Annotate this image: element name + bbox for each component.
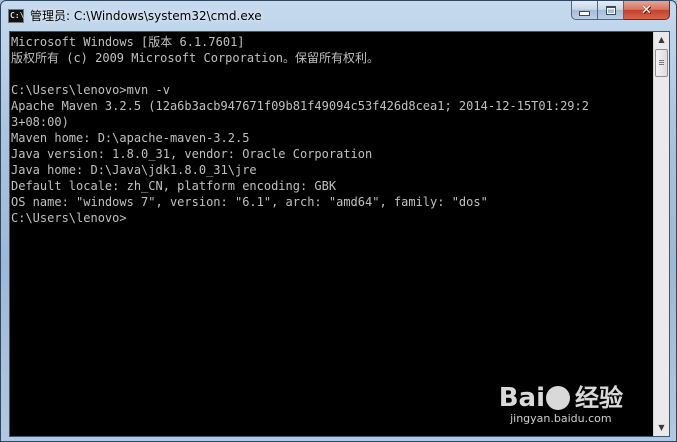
console-line: Maven home: D:\apache-maven-3.2.5 [11, 131, 250, 145]
console-line: 3+08:00) [11, 115, 69, 129]
console-line: C:\Users\lenovo> [11, 211, 127, 225]
console-line: Java home: D:\Java\jdk1.8.0_31\jre [11, 163, 257, 177]
watermark-brand-left: Bai [498, 383, 545, 413]
vertical-scrollbar[interactable]: ▲ ▼ [653, 32, 669, 436]
console-line: Microsoft Windows [版本 6.1.7601] [11, 35, 245, 49]
close-icon: ✕ [641, 2, 652, 18]
baidu-jingyan-watermark: Bai 经验 jingyan.baidu.com [499, 384, 623, 426]
scrollbar-thumb[interactable] [655, 49, 668, 77]
baidu-paw-icon [546, 386, 570, 410]
minimize-button[interactable] [571, 1, 598, 20]
watermark-logo: Bai 经验 [499, 384, 623, 412]
console-client-area: Microsoft Windows [版本 6.1.7601] 版权所有 (c) … [9, 31, 670, 437]
close-button[interactable]: ✕ [624, 1, 670, 20]
console-line: Default locale: zh_CN, platform encoding… [11, 179, 337, 193]
scroll-up-arrow-icon[interactable]: ▲ [654, 32, 669, 48]
thumb-grip-line [659, 64, 664, 65]
scroll-down-arrow-icon[interactable]: ▼ [654, 420, 669, 436]
console-line: 版权所有 (c) 2009 Microsoft Corporation。保留所有… [11, 51, 379, 65]
cmd-app-icon[interactable]: C:\ [8, 9, 24, 23]
maximize-button[interactable] [598, 1, 624, 20]
console-line: OS name: "windows 7", version: "6.1", ar… [11, 195, 488, 209]
maximize-icon [605, 5, 616, 15]
thumb-grip-line [659, 60, 664, 61]
window-title: 管理员: C:\Windows\system32\cmd.exe [30, 9, 262, 23]
minimize-icon [579, 10, 590, 16]
title-bar[interactable]: C:\ 管理员: C:\Windows\system32\cmd.exe ✕ [1, 1, 676, 31]
console-line: Apache Maven 3.2.5 (12a6b3acb947671f09b8… [11, 99, 589, 113]
watermark-brand-right: 经验 [575, 384, 623, 412]
console-line: Java version: 1.8.0_31, vendor: Oracle C… [11, 147, 373, 161]
console-line: C:\Users\lenovo>mvn -v [11, 83, 170, 97]
cmd-window: C:\ 管理员: C:\Windows\system32\cmd.exe ✕ M… [0, 0, 677, 442]
console-output[interactable]: Microsoft Windows [版本 6.1.7601] 版权所有 (c) … [10, 32, 652, 436]
caption-buttons: ✕ [571, 1, 670, 21]
watermark-url: jingyan.baidu.com [510, 412, 612, 425]
thumb-grip-line [659, 62, 664, 63]
